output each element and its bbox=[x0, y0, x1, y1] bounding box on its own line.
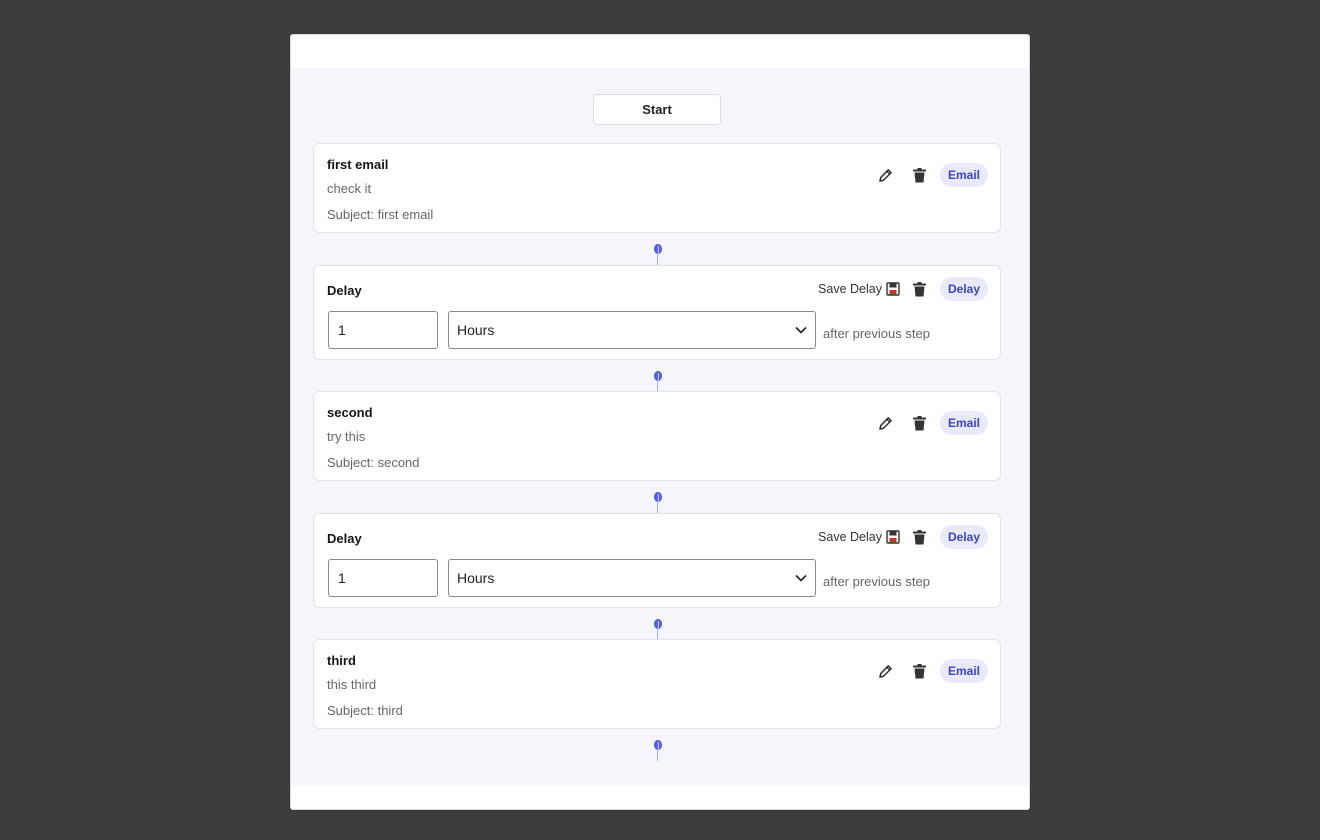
email-step-card[interactable]: first email check it Subject: first emai… bbox=[313, 143, 1001, 233]
save-delay-button[interactable]: Save Delay bbox=[818, 282, 900, 296]
step-actions: Email bbox=[872, 163, 988, 187]
trash-icon[interactable] bbox=[906, 277, 934, 301]
step-title: first email bbox=[327, 157, 389, 172]
step-type-badge: Delay bbox=[939, 277, 988, 301]
handle-icon[interactable] bbox=[653, 492, 663, 514]
delay-after-text: after previous step bbox=[823, 326, 930, 341]
step-actions: Save Delay Delay bbox=[818, 525, 988, 549]
step-subject: Subject: third bbox=[327, 703, 403, 718]
save-delay-label: Save Delay bbox=[818, 530, 882, 544]
step-title: Delay bbox=[327, 531, 362, 546]
delay-unit-select[interactable]: Hours bbox=[448, 311, 816, 349]
step-subject: Subject: first email bbox=[327, 207, 434, 222]
save-delay-button[interactable]: Save Delay bbox=[818, 530, 900, 544]
handle-icon[interactable] bbox=[653, 244, 663, 266]
chevron-down-icon bbox=[795, 326, 807, 334]
email-step-card[interactable]: second try this Subject: second Email bbox=[313, 391, 1001, 481]
step-title: second bbox=[327, 405, 373, 420]
step-title: third bbox=[327, 653, 356, 668]
step-body: try this bbox=[327, 429, 366, 444]
delay-after-text: after previous step bbox=[823, 574, 930, 589]
pencil-icon[interactable] bbox=[872, 411, 900, 435]
step-title: Delay bbox=[327, 283, 362, 298]
handle-icon[interactable] bbox=[653, 740, 663, 762]
delay-amount-input[interactable] bbox=[328, 311, 438, 349]
chevron-down-icon bbox=[795, 574, 807, 582]
save-icon bbox=[886, 282, 900, 296]
email-step-card[interactable]: third this third Subject: third Email bbox=[313, 639, 1001, 729]
trash-icon[interactable] bbox=[906, 659, 934, 683]
delay-step-card[interactable]: Delay Save Delay Delay Hours after previ… bbox=[313, 265, 1001, 360]
handle-icon[interactable] bbox=[653, 371, 663, 393]
step-actions: Email bbox=[872, 411, 988, 435]
flow-canvas: Start first email check it Subject: firs… bbox=[291, 68, 1029, 786]
delay-unit-value: Hours bbox=[457, 570, 495, 586]
step-type-badge: Delay bbox=[939, 525, 988, 549]
step-body: check it bbox=[327, 181, 372, 196]
save-delay-label: Save Delay bbox=[818, 282, 882, 296]
pencil-icon[interactable] bbox=[872, 163, 900, 187]
trash-icon[interactable] bbox=[906, 411, 934, 435]
handle-icon[interactable] bbox=[653, 619, 663, 641]
step-actions: Email bbox=[872, 659, 988, 683]
start-node[interactable]: Start bbox=[593, 94, 721, 125]
trash-icon[interactable] bbox=[906, 525, 934, 549]
step-actions: Save Delay Delay bbox=[818, 277, 988, 301]
save-icon bbox=[886, 530, 900, 544]
flow-builder-panel: Start first email check it Subject: firs… bbox=[290, 34, 1030, 810]
step-body: this third bbox=[327, 677, 377, 692]
step-type-badge: Email bbox=[939, 411, 988, 435]
delay-unit-select[interactable]: Hours bbox=[448, 559, 816, 597]
trash-icon[interactable] bbox=[906, 163, 934, 187]
delay-amount-input[interactable] bbox=[328, 559, 438, 597]
step-subject: Subject: second bbox=[327, 455, 420, 470]
delay-unit-value: Hours bbox=[457, 322, 495, 338]
step-type-badge: Email bbox=[939, 659, 988, 683]
step-type-badge: Email bbox=[939, 163, 988, 187]
delay-step-card[interactable]: Delay Save Delay Delay Hours after previ… bbox=[313, 513, 1001, 608]
pencil-icon[interactable] bbox=[872, 659, 900, 683]
